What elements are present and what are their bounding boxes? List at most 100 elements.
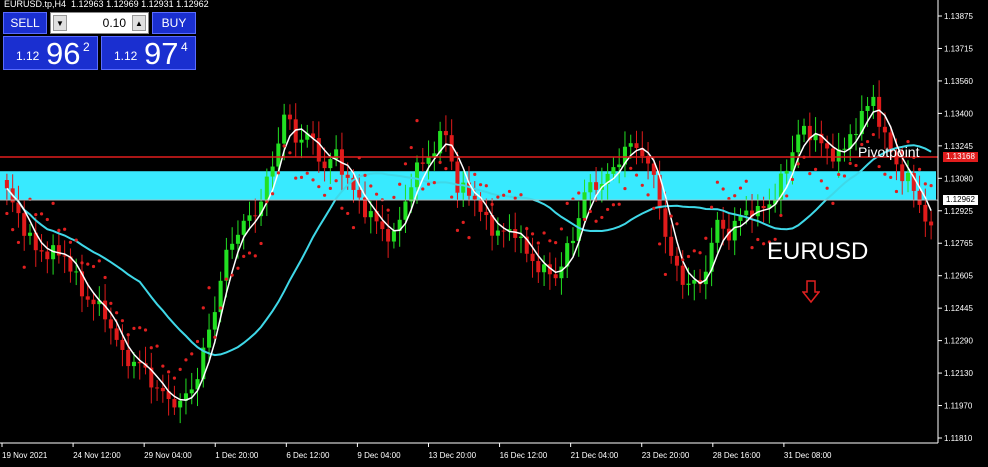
candle-body bbox=[126, 349, 131, 367]
parabolic-sar-dot bbox=[236, 266, 240, 270]
candle-body bbox=[929, 221, 934, 226]
parabolic-sar-dot bbox=[288, 151, 292, 155]
x-tick-label: 29 Nov 04:00 bbox=[144, 451, 192, 460]
candle bbox=[674, 247, 679, 282]
candle-body bbox=[241, 220, 246, 235]
candle-body bbox=[345, 174, 350, 178]
parabolic-sar-dot bbox=[842, 174, 847, 178]
triangle-up-icon[interactable]: ▲ bbox=[132, 15, 146, 31]
candle bbox=[305, 124, 310, 148]
parabolic-sar-dot bbox=[438, 160, 442, 165]
x-tick-label: 28 Dec 16:00 bbox=[713, 451, 761, 460]
candle-body bbox=[253, 215, 258, 217]
candle-body bbox=[923, 204, 928, 222]
candle-body bbox=[530, 253, 535, 262]
parabolic-sar-dot bbox=[363, 173, 367, 177]
candle-body bbox=[715, 219, 720, 243]
parabolic-sar-dot bbox=[559, 227, 564, 231]
candle bbox=[253, 198, 258, 233]
y-tick-label: 1.12445 bbox=[944, 304, 973, 313]
candle-body bbox=[513, 229, 518, 238]
sell-price-sup: 2 bbox=[83, 40, 90, 54]
parabolic-sar-dot bbox=[207, 286, 211, 290]
candle-body bbox=[865, 106, 870, 112]
parabolic-sar-dot bbox=[490, 202, 494, 206]
candle-body bbox=[4, 180, 9, 189]
parabolic-sar-dot bbox=[143, 328, 148, 332]
symbol-label: EURUSD.tp,H4 bbox=[4, 0, 67, 9]
sell-button[interactable]: SELL bbox=[3, 12, 47, 34]
candle-body bbox=[22, 213, 27, 236]
parabolic-sar-dot bbox=[837, 172, 841, 177]
lot-size-value[interactable]: 0.10 bbox=[103, 16, 126, 30]
parabolic-sar-dot bbox=[224, 277, 228, 281]
parabolic-sar-dot bbox=[548, 239, 552, 243]
candle-body bbox=[282, 114, 287, 144]
parabolic-sar-dot bbox=[478, 183, 483, 187]
parabolic-sar-dot bbox=[120, 319, 125, 323]
parabolic-sar-dot bbox=[733, 194, 737, 198]
parabolic-sar-dot bbox=[57, 228, 61, 232]
y-tick-label: 1.12130 bbox=[944, 369, 973, 378]
sell-price-prefix: 1.12 bbox=[16, 49, 40, 63]
candle-body bbox=[409, 187, 414, 202]
candle bbox=[836, 132, 841, 178]
candle-body bbox=[594, 182, 599, 190]
candle-body bbox=[108, 319, 113, 329]
candle-body bbox=[611, 167, 616, 174]
parabolic-sar-dot bbox=[652, 206, 656, 210]
candle bbox=[420, 147, 425, 172]
candle bbox=[143, 346, 148, 375]
candle bbox=[189, 372, 194, 405]
candle bbox=[68, 248, 73, 283]
triangle-down-icon[interactable]: ▼ bbox=[53, 15, 67, 31]
parabolic-sar-dot bbox=[103, 275, 107, 280]
parabolic-sar-dot bbox=[311, 178, 315, 182]
candle bbox=[137, 350, 142, 380]
y-tick-label: 1.12290 bbox=[944, 337, 973, 346]
y-tick-label: 1.13400 bbox=[944, 109, 973, 118]
candle bbox=[126, 334, 131, 379]
candle-body bbox=[172, 399, 177, 408]
parabolic-sar-dot bbox=[39, 212, 44, 216]
buy-price-button[interactable]: 1.12 97 4 bbox=[101, 36, 196, 71]
candle bbox=[183, 378, 188, 415]
candle-body bbox=[299, 139, 304, 143]
candle-body bbox=[686, 283, 691, 285]
parabolic-sar-dot bbox=[588, 209, 592, 214]
buy-button[interactable]: BUY bbox=[152, 12, 196, 34]
parabolic-sar-dot bbox=[756, 237, 760, 242]
parabolic-sar-dot bbox=[432, 181, 436, 185]
parabolic-sar-dot bbox=[831, 201, 835, 205]
candle-body bbox=[536, 261, 541, 273]
parabolic-sar-dot bbox=[299, 175, 304, 179]
candle-body bbox=[357, 189, 362, 198]
parabolic-sar-dot bbox=[640, 183, 644, 187]
candle bbox=[848, 124, 853, 162]
parabolic-sar-dot bbox=[883, 172, 887, 176]
current-price-tag: 1.12962 bbox=[943, 195, 978, 206]
parabolic-sar-dot bbox=[744, 179, 748, 183]
x-tick-label: 6 Dec 12:00 bbox=[286, 451, 330, 460]
parabolic-sar-dot bbox=[554, 241, 558, 245]
parabolic-sar-dot bbox=[421, 187, 425, 191]
parabolic-sar-dot bbox=[276, 171, 280, 175]
parabolic-sar-dot bbox=[525, 227, 529, 231]
candle bbox=[698, 269, 703, 293]
candle-body bbox=[472, 195, 477, 200]
x-tick-label: 16 Dec 12:00 bbox=[500, 451, 548, 460]
candle-body bbox=[461, 182, 466, 193]
y-tick-label: 1.13560 bbox=[944, 77, 973, 86]
candle-body bbox=[160, 387, 165, 392]
parabolic-sar-dot bbox=[403, 162, 408, 166]
lot-size-field[interactable]: ▼ 0.10 ▲ bbox=[50, 12, 149, 34]
candle bbox=[316, 121, 321, 173]
parabolic-sar-dot bbox=[271, 192, 275, 196]
candle-body bbox=[368, 211, 373, 218]
x-tick-label: 23 Dec 20:00 bbox=[642, 451, 690, 460]
x-tick-label: 1 Dec 20:00 bbox=[215, 451, 259, 460]
parabolic-sar-dot bbox=[51, 201, 55, 205]
candle-body bbox=[669, 236, 674, 256]
sell-price-button[interactable]: 1.12 96 2 bbox=[3, 36, 98, 71]
parabolic-sar-dot bbox=[779, 213, 783, 218]
